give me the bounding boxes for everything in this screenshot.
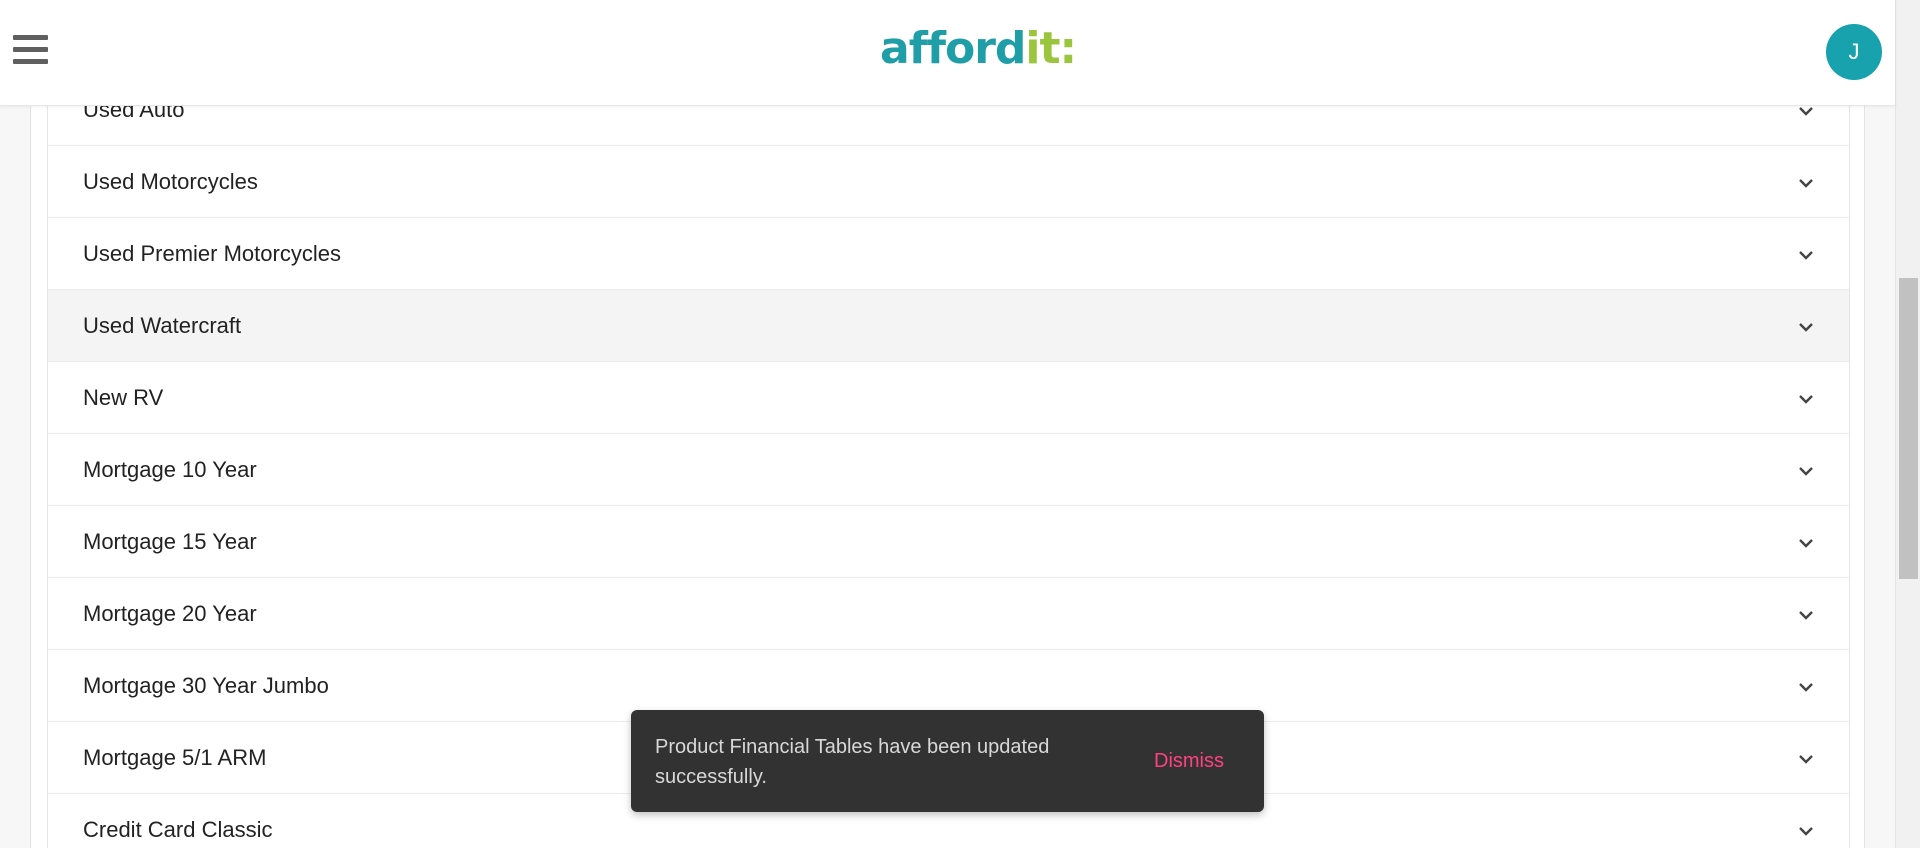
- accordion-row-label: Used Motorcycles: [83, 169, 258, 194]
- chevron-down-icon[interactable]: [1797, 534, 1815, 552]
- accordion-row[interactable]: New RV: [48, 362, 1849, 434]
- accordion-row-label: Used Watercraft: [83, 313, 242, 338]
- chevron-down-icon[interactable]: [1797, 318, 1815, 336]
- snackbar: Product Financial Tables have been updat…: [631, 710, 1264, 812]
- chevron-down-icon[interactable]: [1797, 390, 1815, 408]
- menu-icon[interactable]: [13, 33, 48, 66]
- chevron-down-icon[interactable]: [1797, 678, 1815, 696]
- accordion-row[interactable]: Used Motorcycles: [48, 146, 1849, 218]
- user-avatar[interactable]: J: [1826, 24, 1882, 80]
- menu-icon-bar: [13, 59, 48, 64]
- top-app-bar: affordit: J: [0, 0, 1895, 106]
- chevron-down-icon[interactable]: [1797, 822, 1815, 840]
- accordion-row-label: Used Premier Motorcycles: [83, 241, 341, 266]
- vertical-scrollbar[interactable]: [1895, 0, 1920, 848]
- accordion-row-label: Mortgage 5/1 ARM: [83, 745, 267, 770]
- accordion-row-label: Credit Card Classic: [83, 817, 273, 842]
- chevron-down-icon[interactable]: [1797, 174, 1815, 192]
- page: Used Auto Used Motorcycles Used Premier …: [0, 0, 1920, 848]
- scrollbar-thumb[interactable]: [1899, 278, 1918, 579]
- accordion-row[interactable]: Mortgage 15 Year: [48, 506, 1849, 578]
- menu-icon-bar: [13, 47, 48, 52]
- accordion-row[interactable]: Used Watercraft: [48, 290, 1849, 362]
- chevron-down-icon[interactable]: [1797, 246, 1815, 264]
- accordion-row-label: Mortgage 10 Year: [83, 457, 257, 482]
- accordion-row-label: Mortgage 30 Year Jumbo: [83, 673, 329, 698]
- accordion-row[interactable]: Mortgage 10 Year: [48, 434, 1849, 506]
- accordion-row[interactable]: Mortgage 20 Year: [48, 578, 1849, 650]
- affordit-logo[interactable]: affordit:: [880, 23, 1077, 74]
- accordion-row-label: Mortgage 15 Year: [83, 529, 257, 554]
- accordion-row-label: New RV: [83, 385, 164, 410]
- chevron-down-icon[interactable]: [1797, 750, 1815, 768]
- logo-text: afford: [880, 23, 1026, 74]
- accordion-row[interactable]: Used Premier Motorcycles: [48, 218, 1849, 290]
- menu-icon-bar: [13, 35, 48, 40]
- chevron-down-icon[interactable]: [1797, 462, 1815, 480]
- chevron-down-icon[interactable]: [1797, 606, 1815, 624]
- logo-accent-text: it:: [1025, 23, 1077, 74]
- accordion-row-label: Mortgage 20 Year: [83, 601, 257, 626]
- dismiss-button[interactable]: Dismiss: [1154, 746, 1224, 776]
- snackbar-message: Product Financial Tables have been updat…: [655, 736, 1050, 788]
